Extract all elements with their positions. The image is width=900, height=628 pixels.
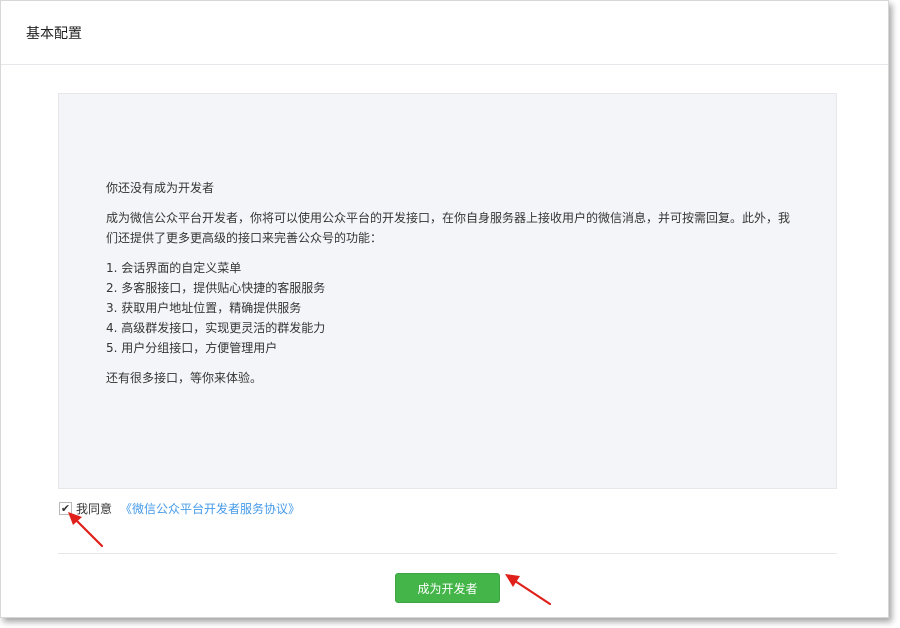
service-agreement-link[interactable]: 《微信公众平台开发者服务协议》 <box>120 500 300 517</box>
feature-list: 1. 会话界面的自定义菜单 2. 多客服接口，提供贴心快捷的客服服务 3. 获取… <box>106 258 796 358</box>
app-window: 基本配置 你还没有成为开发者 成为微信公众平台开发者，你将可以使用公众平台的开发… <box>0 0 889 618</box>
intro-heading: 你还没有成为开发者 <box>106 181 215 195</box>
feature-item: 4. 高级群发接口，实现更灵活的群发能力 <box>106 321 326 335</box>
page-header: 基本配置 <box>1 1 888 65</box>
developer-intro-panel: 你还没有成为开发者 成为微信公众平台开发者，你将可以使用公众平台的开发接口，在你… <box>58 93 837 489</box>
intro-closing: 还有很多接口，等你来体验。 <box>106 371 263 385</box>
feature-item: 5. 用户分组接口，方便管理用户 <box>106 341 278 355</box>
divider <box>58 553 837 554</box>
feature-item: 1. 会话界面的自定义菜单 <box>106 261 242 275</box>
intro-text: 你还没有成为开发者 成为微信公众平台开发者，你将可以使用公众平台的开发接口，在你… <box>106 178 796 388</box>
become-developer-button[interactable]: 成为开发者 <box>395 573 500 603</box>
intro-description: 成为微信公众平台开发者，你将可以使用公众平台的开发接口，在你自身服务器上接收用户… <box>106 211 791 245</box>
feature-item: 2. 多客服接口，提供贴心快捷的客服服务 <box>106 281 326 295</box>
feature-item: 3. 获取用户地址位置，精确提供服务 <box>106 301 302 315</box>
page-title: 基本配置 <box>26 25 82 42</box>
red-arrow-icon <box>505 574 552 606</box>
red-arrow-icon <box>68 512 104 548</box>
